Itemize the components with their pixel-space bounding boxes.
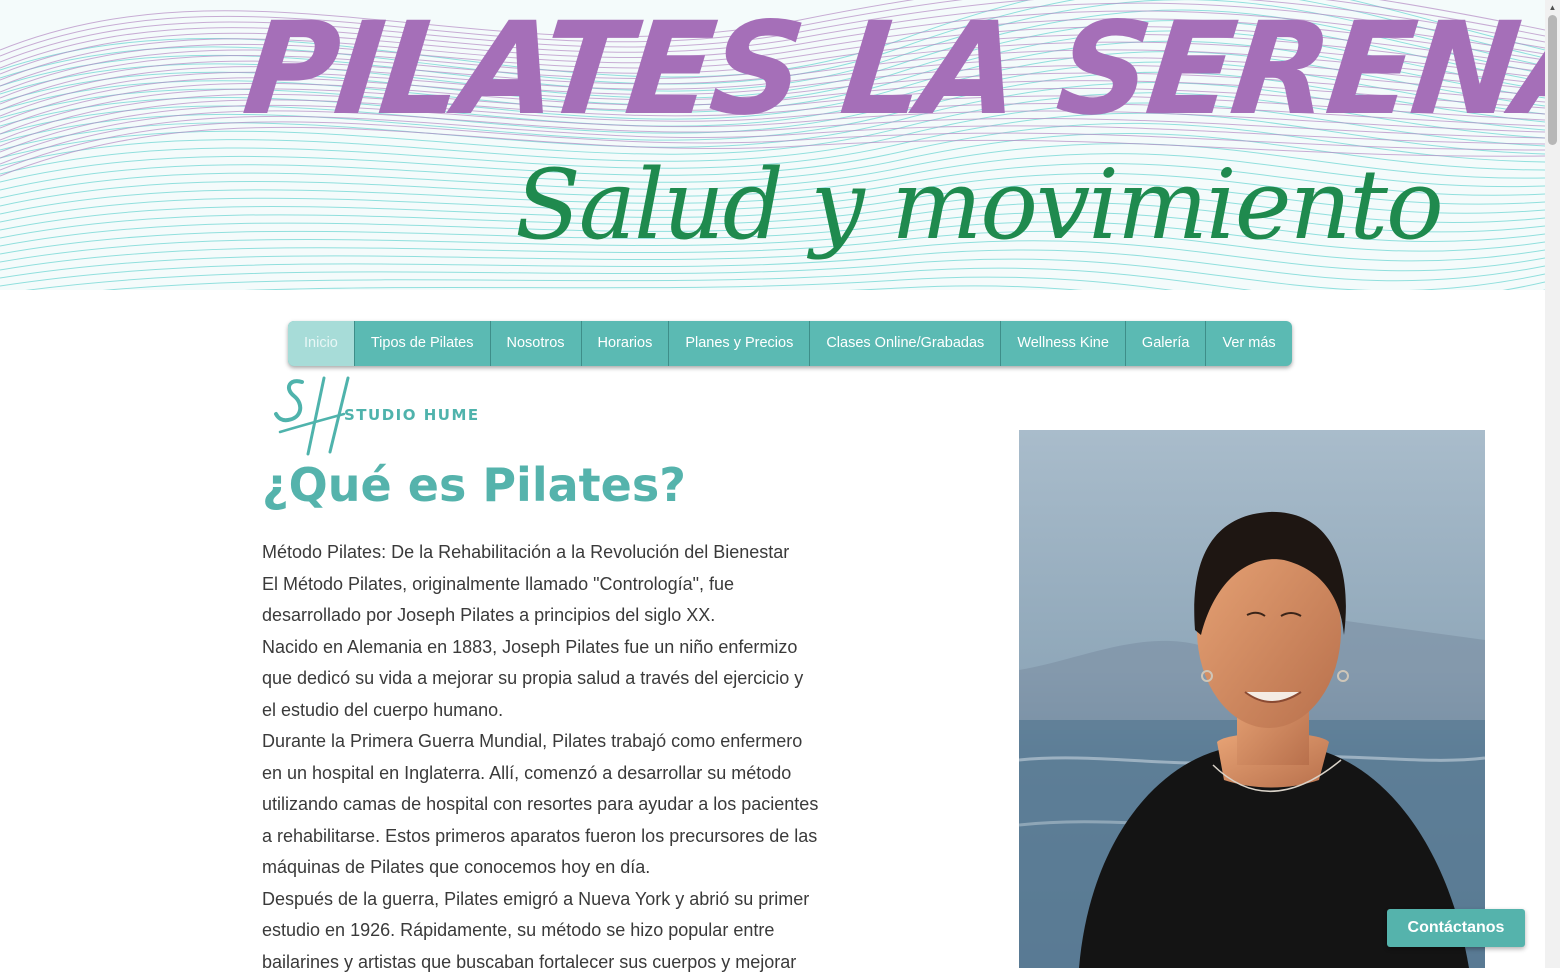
article-body: Método Pilates: De la Rehabilitación a l… (262, 537, 822, 978)
instructor-portrait-image (1019, 430, 1485, 968)
article-paragraph: Después de la guerra, Pilates emigró a N… (262, 884, 822, 978)
scroll-up-arrow-icon[interactable]: ▲ (1545, 0, 1560, 15)
page-heading: ¿Qué es Pilates? (262, 456, 686, 514)
studio-logo[interactable]: STUDIO HUME (272, 374, 482, 460)
nav-item-nosotros[interactable]: Nosotros (491, 321, 582, 366)
main-nav: Inicio Tipos de Pilates Nosotros Horario… (288, 321, 1292, 366)
instructor-photo (1019, 430, 1485, 968)
page-scrollbar[interactable]: ▲ (1545, 0, 1560, 968)
site-title: PILATES LA SERENA (238, 0, 1413, 140)
logo-text: STUDIO HUME (344, 406, 480, 424)
article-paragraph: Método Pilates: De la Rehabilitación a l… (262, 537, 822, 569)
contact-button[interactable]: Contáctanos (1387, 909, 1525, 947)
nav-item-horarios[interactable]: Horarios (582, 321, 670, 366)
nav-item-inicio[interactable]: Inicio (288, 321, 355, 366)
nav-item-tipos-de-pilates[interactable]: Tipos de Pilates (355, 321, 491, 366)
header-banner: PILATES LA SERENA Salud y movimiento (0, 0, 1545, 290)
nav-item-clases-online[interactable]: Clases Online/Grabadas (810, 321, 1001, 366)
article-paragraph: Durante la Primera Guerra Mundial, Pilat… (262, 726, 822, 884)
nav-item-wellness-kine[interactable]: Wellness Kine (1001, 321, 1126, 366)
article-paragraph: El Método Pilates, originalmente llamado… (262, 569, 822, 632)
site-tagline: Salud y movimiento (515, 130, 1135, 280)
article-paragraph: Nacido en Alemania en 1883, Joseph Pilat… (262, 632, 822, 727)
nav-item-ver-mas[interactable]: Ver más (1206, 321, 1291, 366)
scrollbar-thumb[interactable] (1548, 15, 1557, 145)
nav-item-galeria[interactable]: Galería (1126, 321, 1207, 366)
sh-monogram-icon (272, 374, 352, 460)
nav-item-planes-y-precios[interactable]: Planes y Precios (669, 321, 810, 366)
